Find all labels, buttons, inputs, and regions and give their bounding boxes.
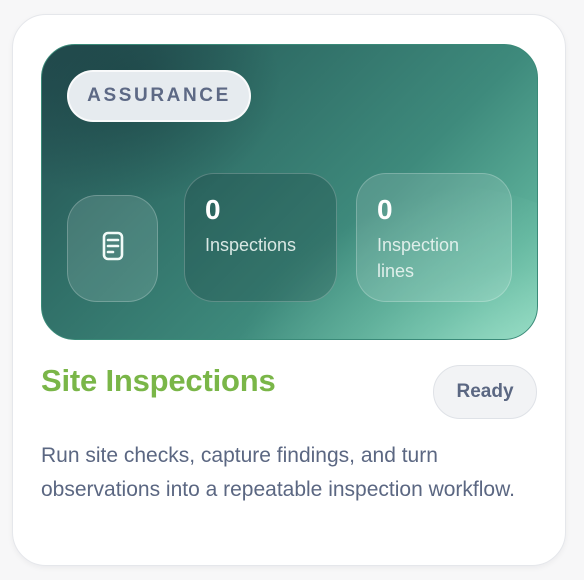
- document-stack-icon: [102, 231, 124, 266]
- module-icon-tile: [67, 195, 158, 302]
- status-badge: Ready: [433, 365, 537, 419]
- stat-inspection-lines: 0 Inspection lines: [356, 173, 512, 302]
- card-description: Run site checks, capture findings, and t…: [41, 444, 515, 501]
- stat-label: Inspections: [205, 235, 297, 255]
- stat-inspections: 0 Inspections: [184, 173, 337, 302]
- stat-label: Inspection lines: [377, 235, 460, 281]
- module-card[interactable]: ASSURANCE 0 Inspections 0 Inspection lin…: [12, 14, 566, 566]
- card-title[interactable]: Site Inspections: [41, 359, 276, 403]
- category-tag: ASSURANCE: [67, 70, 251, 122]
- stat-value: 0: [205, 194, 221, 225]
- stat-value: 0: [377, 194, 393, 225]
- card-hero: ASSURANCE 0 Inspections 0 Inspection lin…: [41, 44, 538, 340]
